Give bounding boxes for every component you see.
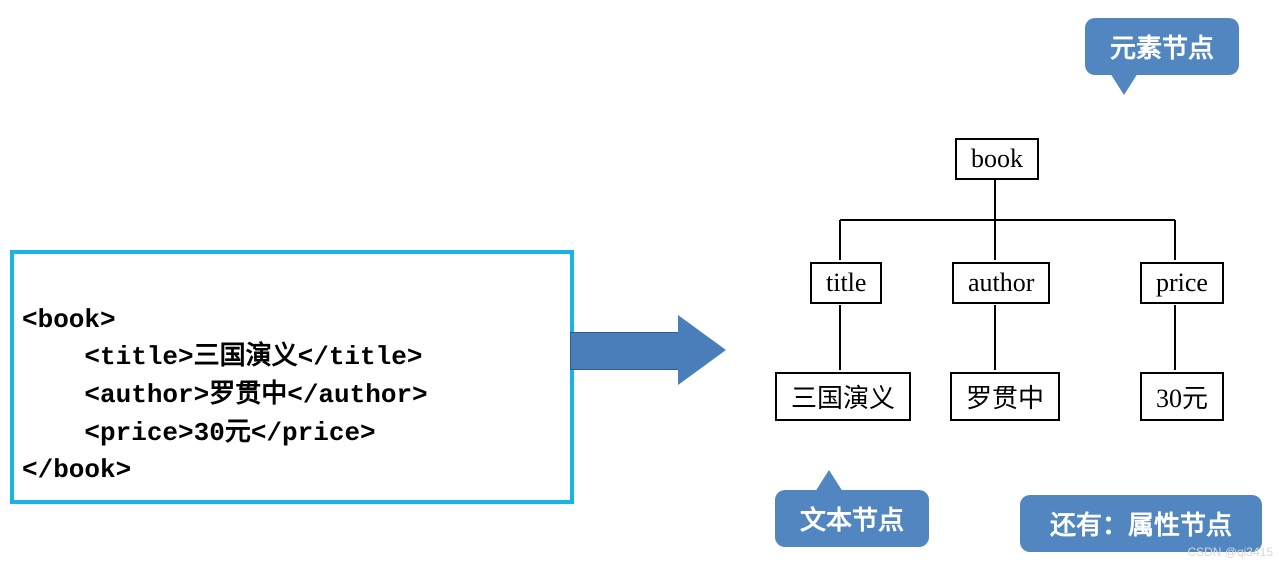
tree-node-label: title	[810, 262, 882, 304]
arrow-icon	[570, 315, 730, 385]
code-line: <author>罗贯中</author>	[22, 380, 428, 410]
code-line: <title>三国演义</title>	[22, 342, 422, 372]
watermark: CSDN @qi3415	[1187, 545, 1273, 559]
code-line: </book>	[22, 455, 131, 485]
callout-attribute-note: 还有：属性节点	[1020, 495, 1262, 552]
code-line: <price>30元</price>	[22, 418, 376, 448]
xml-code-panel: <book> <title>三国演义</title> <author>罗贯中</…	[10, 250, 574, 504]
dom-tree: book title author price 三国演义 罗贯中 30元	[760, 120, 1280, 470]
tree-node-label: author	[952, 262, 1050, 304]
tree-node-value: 30元	[1140, 372, 1224, 421]
tree-node-label: price	[1140, 262, 1224, 304]
callout-element-node: 元素节点	[1085, 18, 1239, 75]
tree-root: book	[955, 138, 1039, 180]
callout-text-node: 文本节点	[775, 490, 929, 547]
tree-node-value: 罗贯中	[950, 372, 1060, 421]
tree-node-value: 三国演义	[775, 372, 911, 421]
code-line: <book>	[22, 305, 116, 335]
